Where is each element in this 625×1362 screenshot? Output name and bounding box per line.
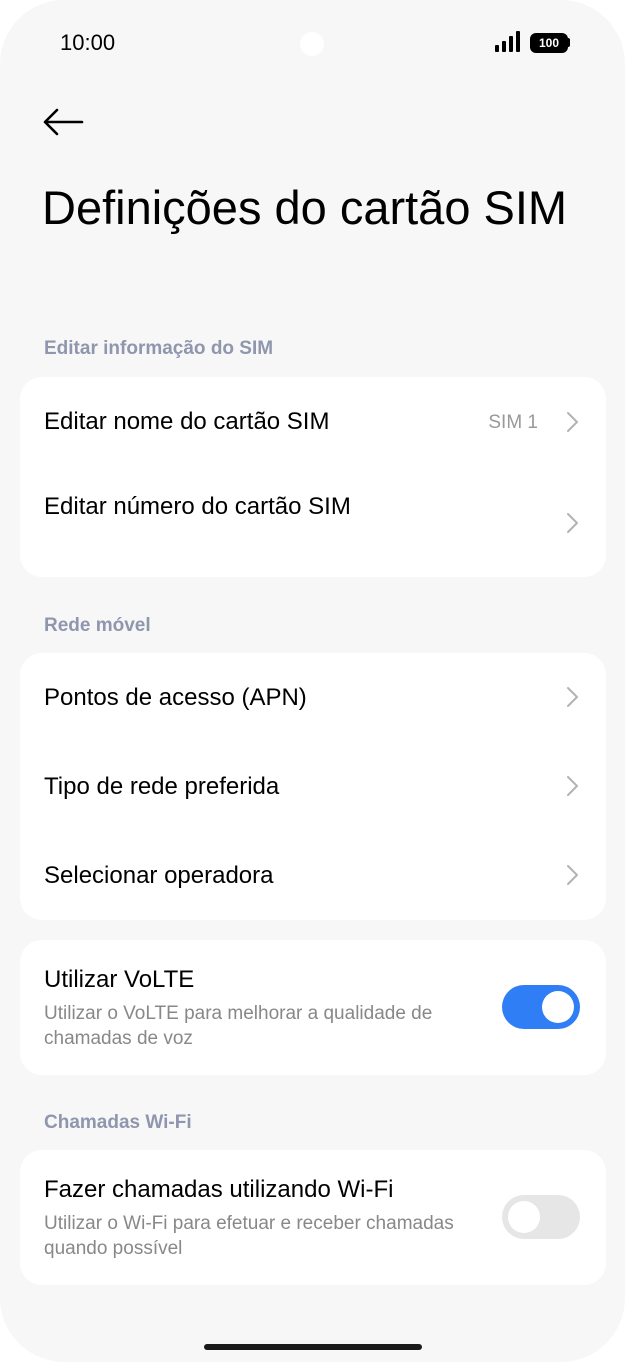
page-title: Definições do cartão SIM bbox=[42, 181, 568, 234]
volte-label: Utilizar VoLTE bbox=[44, 966, 195, 993]
card-sim-info: Editar nome do cartão SIM SIM 1 Editar n… bbox=[20, 377, 606, 577]
access-points-row[interactable]: Pontos de acesso (APN) bbox=[20, 653, 606, 742]
sim-name-value: SIM 1 bbox=[488, 412, 538, 433]
preferred-network-label: Tipo de rede preferida bbox=[44, 773, 280, 800]
phone-screen: 10:00 100 Definições do cartão SIM Edita… bbox=[0, 0, 625, 1362]
wifi-calls-description: Utilizar o Wi-Fi para efetuar e receber … bbox=[44, 1213, 454, 1259]
volte-description: Utilizar o VoLTE para melhorar a qualida… bbox=[44, 1003, 433, 1049]
battery-icon: 100 bbox=[530, 33, 568, 53]
status-time: 10:00 bbox=[60, 30, 116, 55]
edit-sim-name-row[interactable]: Editar nome do cartão SIM SIM 1 bbox=[20, 377, 606, 467]
chevron-right-icon bbox=[567, 412, 578, 432]
preferred-network-row[interactable]: Tipo de rede preferida bbox=[20, 742, 606, 831]
access-points-label: Pontos de acesso (APN) bbox=[44, 684, 307, 711]
home-indicator[interactable] bbox=[204, 1344, 422, 1350]
wifi-calls-row[interactable]: Fazer chamadas utilizando Wi-Fi Utilizar… bbox=[20, 1150, 606, 1285]
card-wifi-calls: Fazer chamadas utilizando Wi-Fi Utilizar… bbox=[20, 1150, 606, 1285]
section-label-sim-info: Editar informação do SIM bbox=[44, 338, 274, 359]
front-camera bbox=[300, 32, 324, 56]
volte-row[interactable]: Utilizar VoLTE Utilizar o VoLTE para mel… bbox=[20, 940, 606, 1075]
edit-sim-number-label: Editar número do cartão SIM bbox=[44, 493, 351, 520]
chevron-right-icon bbox=[567, 687, 578, 707]
toggle-knob bbox=[508, 1201, 540, 1233]
battery-level: 100 bbox=[538, 36, 560, 50]
volte-toggle[interactable] bbox=[502, 985, 580, 1029]
select-operator-label: Selecionar operadora bbox=[44, 862, 274, 889]
toggle-knob bbox=[542, 991, 574, 1023]
wifi-calls-toggle[interactable] bbox=[502, 1195, 580, 1239]
section-label-wifi-calls: Chamadas Wi-Fi bbox=[44, 1112, 192, 1133]
arrow-left-icon bbox=[43, 108, 84, 136]
card-volte: Utilizar VoLTE Utilizar o VoLTE para mel… bbox=[20, 940, 606, 1075]
chevron-right-icon bbox=[567, 776, 578, 796]
section-label-mobile-network: Rede móvel bbox=[44, 615, 151, 636]
card-mobile-network: Pontos de acesso (APN) Tipo de rede pref… bbox=[20, 653, 606, 920]
back-button[interactable] bbox=[38, 100, 88, 144]
edit-sim-name-label: Editar nome do cartão SIM bbox=[44, 408, 330, 435]
wifi-calls-label: Fazer chamadas utilizando Wi-Fi bbox=[44, 1176, 394, 1203]
status-bar: 10:00 100 bbox=[0, 0, 625, 90]
edit-sim-number-row[interactable]: Editar número do cartão SIM bbox=[20, 477, 606, 577]
chevron-right-icon bbox=[567, 513, 578, 533]
battery-tip bbox=[567, 38, 570, 47]
chevron-right-icon bbox=[567, 865, 578, 885]
select-operator-row[interactable]: Selecionar operadora bbox=[20, 831, 606, 920]
signal-icon bbox=[495, 31, 520, 52]
